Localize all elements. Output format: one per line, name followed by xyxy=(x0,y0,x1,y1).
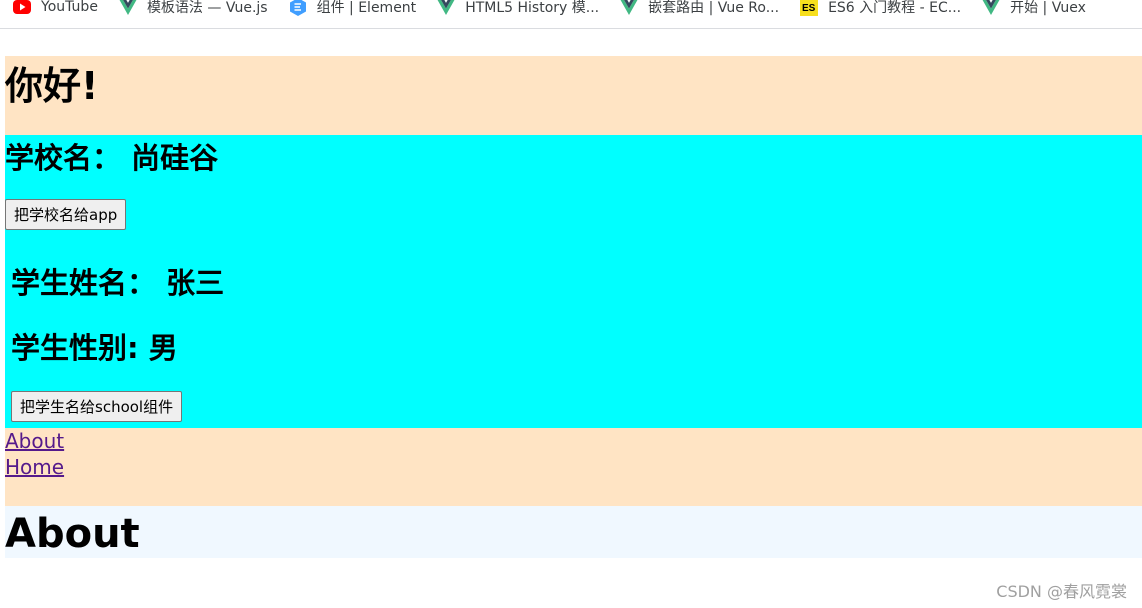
school-name: 学校名： 尚硅谷 xyxy=(5,141,219,175)
bookmark-label: YouTube xyxy=(41,0,98,15)
bookmark-youtube[interactable]: YouTube xyxy=(0,0,106,21)
vue-icon xyxy=(982,0,1000,16)
vue-icon xyxy=(119,0,137,16)
bookmark-label: HTML5 History 模... xyxy=(465,0,600,16)
bookmark-vuex[interactable]: 开始 | Vuex xyxy=(969,0,1094,21)
youtube-icon xyxy=(13,0,31,16)
bookmark-label: ES6 入门教程 - EC... xyxy=(828,0,962,16)
router-view: About xyxy=(5,506,1142,558)
bookmark-label: 嵌套路由 | Vue Ro... xyxy=(648,0,780,16)
bookmark-es6-tutorial[interactable]: ES ES6 入门教程 - EC... xyxy=(787,0,969,21)
csdn-watermark: CSDN @春风霓裳 xyxy=(996,582,1127,601)
student-name: 学生姓名： 张三 xyxy=(11,266,225,300)
vue-icon xyxy=(437,0,455,16)
bookmarks-bar: YouTube 模板语法 — Vue.js 组件 | Element HTML5… xyxy=(0,0,1142,29)
bookmark-label: 开始 | Vuex xyxy=(1010,0,1086,16)
bookmark-html5-history[interactable]: HTML5 History 模... xyxy=(424,0,607,21)
element-icon xyxy=(289,0,307,16)
nav-link-home[interactable]: Home xyxy=(5,454,64,480)
bookmark-label: 模板语法 — Vue.js xyxy=(146,0,268,16)
school-component: 学校名： 尚硅谷 把学校名给app 学生姓名： 张三 学生性别: 男 把学生名给… xyxy=(5,135,1142,428)
app-header: 你好! xyxy=(5,56,1142,135)
nav-link-about[interactable]: About xyxy=(5,428,64,454)
bookmark-vue-template-syntax[interactable]: 模板语法 — Vue.js xyxy=(106,0,276,21)
bookmark-element[interactable]: 组件 | Element xyxy=(276,0,425,21)
router-nav: About Home xyxy=(5,428,1142,506)
bookmark-label: 组件 | Element xyxy=(316,0,417,16)
bookmark-nested-routes[interactable]: 嵌套路由 | Vue Ro... xyxy=(607,0,787,21)
es6-icon: ES xyxy=(800,0,819,16)
student-sex: 学生性别: 男 xyxy=(11,331,178,365)
app-root: 你好! 学校名： 尚硅谷 把学校名给app 学生姓名： 张三 学生性别: 男 把… xyxy=(5,56,1142,558)
send-school-name-button[interactable]: 把学校名给app xyxy=(5,199,127,230)
vue-icon xyxy=(620,0,638,16)
send-student-name-button[interactable]: 把学生名给school组件 xyxy=(11,391,183,422)
svg-text:ES: ES xyxy=(802,3,816,14)
about-page-title: About xyxy=(5,511,140,557)
app-title: 你好! xyxy=(5,64,99,108)
